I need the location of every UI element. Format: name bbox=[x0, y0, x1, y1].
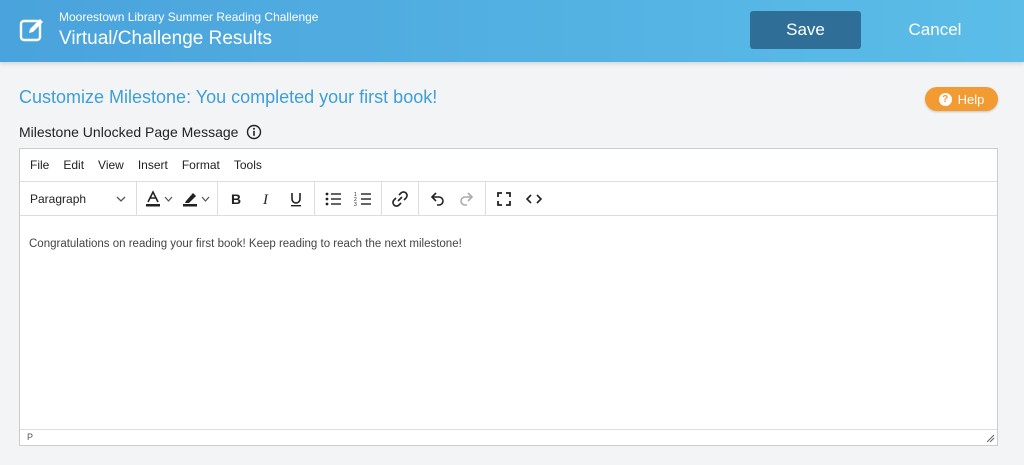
bullet-list-button[interactable] bbox=[319, 185, 347, 213]
rich-text-editor[interactable]: File Edit View Insert Format Tools Parag… bbox=[19, 148, 998, 446]
menu-tools[interactable]: Tools bbox=[234, 158, 262, 172]
info-icon[interactable] bbox=[246, 124, 262, 140]
numbered-list-button[interactable]: 1 2 3 bbox=[349, 185, 377, 213]
chevron-down-icon bbox=[201, 196, 210, 202]
page-title: Customize Milestone: You completed your … bbox=[19, 87, 438, 107]
edit-icon bbox=[19, 19, 43, 42]
menu-file[interactable]: File bbox=[30, 158, 49, 172]
cancel-button[interactable]: Cancel bbox=[880, 11, 990, 49]
question-icon: ? bbox=[938, 92, 952, 106]
menu-format[interactable]: Format bbox=[182, 158, 220, 172]
link-icon bbox=[392, 190, 408, 207]
bullet-list-icon bbox=[325, 192, 341, 205]
underline-icon bbox=[291, 192, 301, 206]
svg-text:3: 3 bbox=[354, 202, 357, 207]
editor-content[interactable]: Congratulations on reading your first bo… bbox=[29, 238, 462, 250]
numbered-list-icon: 1 2 3 bbox=[354, 192, 371, 207]
svg-text:I: I bbox=[262, 192, 269, 207]
editor-statusbar: P bbox=[20, 429, 997, 445]
fullscreen-icon bbox=[497, 191, 511, 206]
field-label-text: Milestone Unlocked Page Message bbox=[19, 124, 239, 140]
underline-button[interactable] bbox=[282, 185, 310, 213]
menu-insert[interactable]: Insert bbox=[138, 158, 168, 172]
bold-icon: B bbox=[231, 191, 241, 207]
element-path[interactable]: P bbox=[27, 432, 33, 442]
block-format-value: Paragraph bbox=[30, 191, 87, 206]
redo-icon bbox=[460, 191, 474, 206]
app-header: Moorestown Library Summer Reading Challe… bbox=[0, 0, 1024, 62]
svg-text:B: B bbox=[231, 191, 241, 207]
bold-button[interactable]: B bbox=[222, 185, 250, 213]
highlight-icon bbox=[183, 192, 197, 206]
field-label: Milestone Unlocked Page Message bbox=[19, 124, 262, 140]
help-button[interactable]: ? Help bbox=[925, 87, 998, 111]
undo-icon bbox=[430, 191, 444, 206]
highlight-button[interactable] bbox=[178, 185, 213, 213]
text-color-icon bbox=[146, 189, 160, 206]
chevron-down-icon bbox=[164, 196, 173, 202]
menu-view[interactable]: View bbox=[98, 158, 124, 172]
undo-button[interactable] bbox=[423, 185, 451, 213]
app-title: Virtual/Challenge Results bbox=[59, 28, 272, 49]
source-code-button[interactable] bbox=[520, 185, 548, 213]
block-format-select[interactable]: Paragraph bbox=[24, 185, 132, 213]
link-button[interactable] bbox=[386, 185, 414, 213]
fullscreen-button[interactable] bbox=[490, 185, 518, 213]
italic-icon: I bbox=[262, 192, 269, 207]
source-code-icon bbox=[525, 193, 543, 204]
editor-menubar: File Edit View Insert Format Tools bbox=[20, 149, 997, 182]
italic-button[interactable]: I bbox=[252, 185, 280, 213]
help-label: Help bbox=[957, 91, 985, 107]
text-color-button[interactable] bbox=[141, 185, 176, 213]
chevron-down-icon bbox=[116, 196, 126, 202]
redo-button[interactable] bbox=[453, 185, 481, 213]
app-subtitle: Moorestown Library Summer Reading Challe… bbox=[59, 10, 319, 24]
editor-toolbar: Paragraph B I 1 2 3 bbox=[20, 182, 997, 216]
save-button[interactable]: Save bbox=[750, 11, 861, 49]
menu-edit[interactable]: Edit bbox=[63, 158, 84, 172]
resize-handle-icon[interactable] bbox=[986, 434, 995, 443]
